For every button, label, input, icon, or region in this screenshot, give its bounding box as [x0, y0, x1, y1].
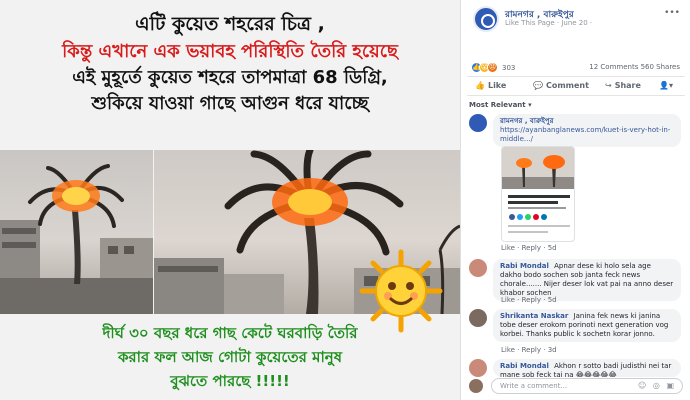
comment-bubble: Rabi Mondal Akhon r sotto badi judisthi … — [493, 359, 681, 377]
caption-line-1: দীর্ঘ ৩০ বছর ধরে গাছ কেটে ঘরবাড়ি তৈরি — [102, 324, 358, 342]
avatar[interactable] — [469, 309, 487, 327]
page-avatar[interactable] — [473, 6, 499, 32]
avatar[interactable] — [469, 114, 487, 132]
comment-button[interactable]: 💬 Comment — [533, 81, 589, 90]
post-image[interactable]: এটি কুয়েত শহরের চিত্র , কিন্তু এখানে এক… — [0, 0, 460, 400]
comment-label: Comment — [545, 81, 589, 90]
avatar[interactable] — [469, 259, 487, 277]
avatar — [469, 379, 483, 393]
write-comment-row: Write a comment... ☺ ◎ ▣ — [469, 378, 685, 396]
comment-input-icons[interactable]: ☺ ◎ ▣ — [638, 381, 676, 390]
comment-footer[interactable]: Like · Reply · 5d — [501, 296, 557, 304]
link-preview-card[interactable] — [501, 146, 575, 242]
burning-palm-photo-left — [0, 150, 153, 314]
comment-author[interactable]: Rabi Mondal — [500, 362, 549, 370]
comment-bubble: Shrikanta Naskar Janina fek news ki jani… — [493, 309, 681, 342]
like-button[interactable]: 👍 Like — [475, 81, 506, 90]
angry-reaction-icon: 😠 — [487, 62, 498, 73]
post-actions: 👍 Like 💬 Comment ↪ Share 👤▾ — [467, 76, 685, 96]
more-options-icon[interactable]: ••• — [664, 8, 680, 18]
reaction-summary[interactable]: 👍 😮 😠 303 — [471, 62, 515, 73]
comment-bubble: রামনগর , বারুইপুর https://ayanbanglanews… — [493, 114, 681, 147]
like-label: Like — [487, 81, 507, 90]
comment-sort-dropdown[interactable]: Most Relevant ▾ — [469, 101, 532, 109]
comment-author[interactable]: Rabi Mondal — [500, 262, 549, 270]
caption-line-3: বুঝতে পারছে !!!!! — [170, 372, 290, 390]
reaction-count: 303 — [502, 63, 516, 72]
comment-footer[interactable]: Like · Reply · 3d — [501, 346, 557, 354]
comment-bubble: Rabi Mondal Apnar dese ki holo sela age … — [493, 259, 681, 301]
comment-footer[interactable]: Like · Reply · 5d — [501, 244, 557, 252]
avatar[interactable] — [469, 359, 487, 377]
share-arrow-icon: ↪ — [605, 81, 612, 90]
page-subline: Like This Page · June 20 · — [505, 19, 593, 27]
speech-bubble-icon: 💬 — [533, 81, 543, 90]
palm-fire-illustration — [0, 164, 153, 314]
facebook-post-panel: রামনগর , বারুইপুর Like This Page · June … — [460, 0, 690, 400]
caption-line-2: করার ফল আজ গোটা কুয়েতের মানুষ — [117, 348, 343, 366]
comment-input[interactable]: Write a comment... ☺ ◎ ▣ — [491, 378, 683, 394]
chevron-down-icon: 👤▾ — [659, 81, 673, 90]
screenshot: এটি কুয়েত শহরের চিত্র , কিন্তু এখানে এক… — [0, 0, 690, 400]
share-button[interactable]: ↪ Share — [605, 81, 641, 90]
share-label: Share — [614, 81, 641, 90]
link-preview-thumbnail — [502, 147, 574, 233]
comment-author[interactable]: Shrikanta Naskar — [500, 312, 568, 320]
thumbs-up-icon: 👍 — [475, 81, 485, 90]
comment-link[interactable]: https://ayanbanglanews.com/kuet-is-very-… — [500, 126, 674, 144]
comment-share-counts[interactable]: 12 Comments 560 Shares — [589, 63, 680, 71]
comment-author[interactable]: রামনগর , বারুইপুর — [500, 117, 553, 125]
comment-input-placeholder: Write a comment... — [500, 382, 568, 390]
headline-line-4: শুকিয়ে যাওয়া গাছে আগুন ধরে যাচ্ছে — [91, 93, 369, 114]
audience-dropdown[interactable]: 👤▾ — [659, 81, 676, 90]
